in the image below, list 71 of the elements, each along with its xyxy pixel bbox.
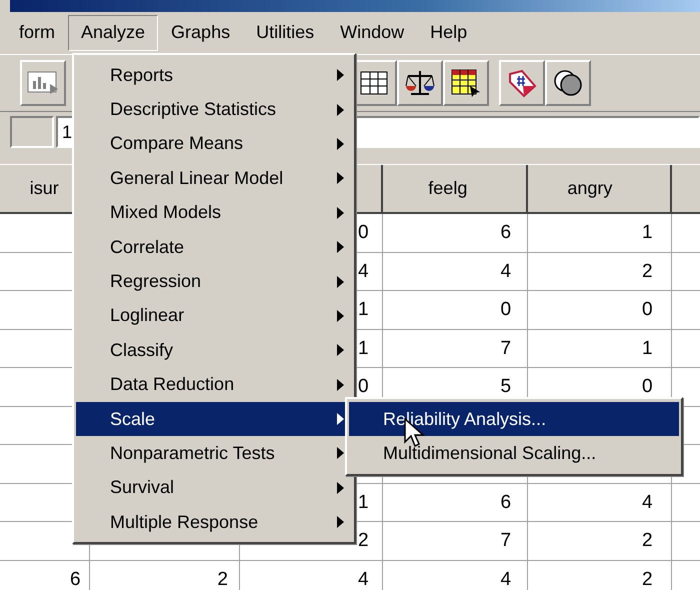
menu-item[interactable]: Data Reduction	[76, 368, 352, 402]
table-cell: 2	[642, 260, 653, 282]
submenu-arrow-icon	[337, 138, 344, 150]
table-cell: 1	[358, 338, 369, 358]
table-button[interactable]	[443, 60, 489, 106]
cell-reference-box	[10, 116, 54, 148]
table-cell: 1	[642, 222, 653, 243]
menu-bar-item[interactable]: form	[6, 15, 68, 51]
table-cell: 0	[358, 376, 369, 397]
table-cell: 6	[500, 492, 512, 512]
table-cell: 0	[500, 299, 512, 320]
submenu-arrow-icon	[337, 344, 344, 356]
submenu-arrow-icon	[337, 241, 344, 254]
menu-item[interactable]: Loglinear	[76, 298, 352, 334]
table-cell: 6	[500, 222, 512, 243]
menu-bar-item[interactable]: Utilities	[243, 15, 328, 51]
chart-icon	[26, 69, 60, 97]
menu-item[interactable]: Regression	[76, 264, 352, 299]
grid-icon	[359, 69, 389, 97]
submenu-arrow-icon	[337, 516, 344, 528]
table-cell: 4	[500, 568, 512, 590]
table-cell: 5	[500, 376, 512, 397]
table-cell: 0	[642, 376, 653, 397]
submenu-arrow-icon	[337, 172, 344, 184]
menu-bar-item[interactable]: Analyze	[68, 15, 158, 51]
scale-button[interactable]	[397, 60, 443, 106]
submenu-arrow-icon	[337, 104, 344, 116]
table-cell: 7	[500, 530, 512, 551]
submenu-arrow-icon	[337, 310, 344, 322]
menu-bar-item[interactable]: Window	[327, 15, 418, 51]
table-cell: 4	[642, 492, 653, 512]
submenu-arrow-icon	[337, 447, 344, 460]
submenu-arrow-icon	[337, 482, 344, 494]
table-cell: 4	[358, 260, 369, 282]
table-cell: 1	[358, 299, 369, 320]
table-cell: 0	[358, 222, 369, 243]
table-cell: 4	[500, 260, 512, 282]
balance-scale-icon	[403, 68, 437, 98]
menu-bar-item[interactable]: Graphs	[158, 15, 244, 51]
table-cell: 2	[358, 530, 369, 551]
table-cell: 2	[642, 568, 653, 590]
table-cell: 7	[500, 338, 512, 358]
menu-bar-item[interactable]: Help	[417, 15, 480, 51]
menu-item[interactable]: Correlate	[76, 230, 352, 264]
table-cell: 4	[358, 568, 369, 590]
submenu-arrow-icon	[337, 378, 344, 391]
table-cell: 1	[642, 338, 653, 358]
column-header[interactable]: feelg	[376, 165, 520, 212]
submenu-arrow-icon	[337, 206, 344, 219]
table-cell: 6	[70, 568, 81, 590]
chart-button[interactable]	[20, 60, 66, 106]
menu-item[interactable]: Multiple Response	[76, 505, 352, 540]
menu-item[interactable]: Multidimensional Scaling...	[349, 436, 679, 471]
circles-button[interactable]	[545, 60, 591, 106]
overlapping-circles-icon	[552, 68, 584, 98]
menu-item[interactable]: Classify	[76, 333, 352, 368]
submenu-arrow-icon	[337, 276, 344, 288]
tag-button[interactable]	[499, 60, 545, 106]
column-header[interactable]: angry	[519, 165, 661, 212]
submenu-arrow-icon	[337, 69, 344, 82]
menu-item[interactable]: Survival	[76, 470, 352, 506]
table-cell: 2	[217, 568, 228, 590]
menu-item[interactable]: Reliability Analysis...	[349, 402, 679, 436]
table-cell: 0	[642, 299, 653, 320]
menu-item[interactable]: Mixed Models	[76, 196, 352, 230]
table-cell: 1	[358, 492, 369, 512]
menu-item[interactable]: General Linear Model	[76, 161, 352, 196]
table-icon	[450, 68, 482, 98]
menu-item[interactable]: Reports	[76, 58, 352, 92]
table-cell: 2	[642, 530, 653, 551]
tag-icon	[506, 68, 538, 98]
